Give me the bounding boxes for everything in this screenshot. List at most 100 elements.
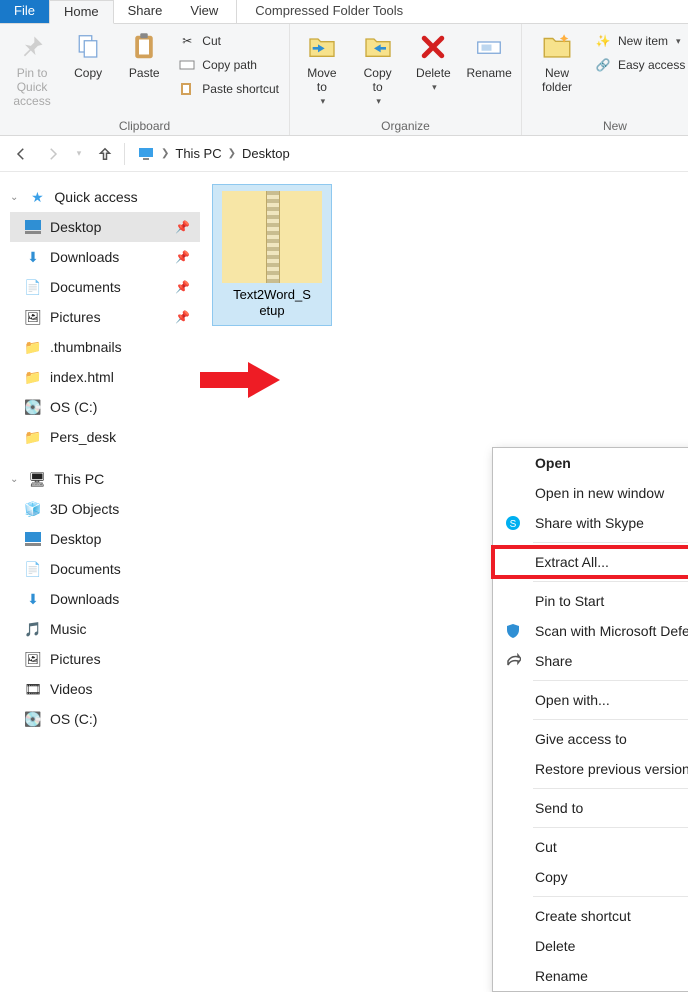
breadcrumb-segment[interactable]: This PC [175,146,221,161]
group-label-organize: Organize [296,117,515,133]
pin-icon: 📌 [175,280,190,294]
new-item-button[interactable]: ✨New item▾ [590,30,688,52]
ribbon-tabs: File Home Share View Compressed Folder T… [0,0,688,24]
sidebar-item-videos[interactable]: 🎞Videos [10,674,200,704]
menu-restore-versions[interactable]: Restore previous versions [493,754,688,784]
pin-quick-access-button[interactable]: Pin to Quick access [6,28,58,110]
tab-view[interactable]: View [176,0,232,23]
easy-access-button[interactable]: 🔗Easy access▾ [590,54,688,76]
sidebar-item-pictures[interactable]: 🖼Pictures📌 [10,302,200,332]
file-item-zip[interactable]: Text2Word_S etup [212,184,332,326]
menu-give-access[interactable]: Give access to❯ [493,724,688,754]
menu-open-with[interactable]: Open with... [493,685,688,715]
zip-folder-icon [222,191,322,283]
folder-icon: 📁 [24,338,42,356]
documents-icon: 📄 [24,278,42,296]
rename-button[interactable]: Rename [463,28,515,82]
menu-scan-defender[interactable]: Scan with Microsoft Defender... [493,616,688,646]
menu-share[interactable]: Share [493,646,688,676]
sidebar-item-downloads[interactable]: ⬇Downloads📌 [10,242,200,272]
desktop-icon [24,530,42,548]
sidebar-item-desktop[interactable]: Desktop📌 [10,212,200,242]
move-to-button[interactable]: Move to▾ [296,28,348,109]
paste-shortcut-icon [178,80,196,98]
easy-access-icon: 🔗 [594,56,612,74]
svg-text:S: S [510,519,517,530]
forward-button[interactable] [40,141,66,167]
sidebar-item-indexhtml[interactable]: 📁index.html [10,362,200,392]
sidebar-quick-access[interactable]: ⌄★Quick access [10,182,200,212]
file-pane[interactable]: Text2Word_S etup Open Open in new window… [200,172,688,770]
up-button[interactable] [92,141,118,167]
delete-button[interactable]: Delete▾ [408,28,460,95]
drive-icon: 💽 [24,710,42,728]
folder-icon: 📁 [24,368,42,386]
menu-extract-all[interactable]: Extract All... [493,547,688,577]
sidebar-item-documents2[interactable]: 📄Documents [10,554,200,584]
videos-icon: 🎞 [24,680,42,698]
skype-icon: S [503,515,523,531]
chevron-down-icon: ▾ [321,96,326,107]
menu-pin-start[interactable]: Pin to Start [493,586,688,616]
tab-share[interactable]: Share [114,0,177,23]
sidebar-item-downloads2[interactable]: ⬇Downloads [10,584,200,614]
download-icon: ⬇ [24,590,42,608]
sidebar-item-desktop2[interactable]: Desktop [10,524,200,554]
nav-sidebar: ⌄★Quick access Desktop📌 ⬇Downloads📌 📄Doc… [0,172,200,770]
menu-separator [533,719,688,720]
tab-compressed-folder-tools[interactable]: Compressed Folder Tools [241,0,417,23]
paste-icon [127,30,161,64]
copy-path-button[interactable]: Copy path [174,54,283,76]
ribbon: Pin to Quick access Copy Paste ✂Cut Copy… [0,24,688,136]
copy-button[interactable]: Copy [62,28,114,82]
back-button[interactable] [8,141,34,167]
sidebar-this-pc[interactable]: ⌄🖥This PC [10,464,200,494]
breadcrumb-segment[interactable]: Desktop [242,146,290,161]
new-folder-button[interactable]: New folder [528,28,586,96]
menu-separator [533,788,688,789]
sidebar-item-documents[interactable]: 📄Documents📌 [10,272,200,302]
sidebar-item-music[interactable]: 🎵Music [10,614,200,644]
star-icon: ★ [28,188,46,206]
sidebar-item-pictures2[interactable]: 🖼Pictures [10,644,200,674]
chevron-down-icon: ⌄ [10,474,18,485]
tab-file[interactable]: File [0,0,49,23]
new-item-icon: ✨ [594,32,612,50]
pin-icon: 📌 [175,250,190,264]
copy-to-button[interactable]: Copy to▾ [352,28,404,109]
sidebar-item-thumbnails[interactable]: 📁.thumbnails [10,332,200,362]
menu-open[interactable]: Open [493,448,688,478]
sidebar-item-3dobjects[interactable]: 🧊3D Objects [10,494,200,524]
menu-send-to[interactable]: Send to❯ [493,793,688,823]
context-menu: Open Open in new window SShare with Skyp… [492,447,688,992]
sidebar-item-osc2[interactable]: 💽OS (C:) [10,704,200,734]
rename-icon [472,30,506,64]
menu-open-new-window[interactable]: Open in new window [493,478,688,508]
menu-share-skype[interactable]: SShare with Skype [493,508,688,538]
sidebar-item-persdesk[interactable]: 📁Pers_desk [10,422,200,452]
share-icon [503,653,523,669]
menu-copy[interactable]: Copy [493,862,688,892]
pictures-icon: 🖼 [24,308,42,326]
tab-home[interactable]: Home [49,0,114,24]
scissors-icon: ✂ [178,32,196,50]
download-icon: ⬇ [24,248,42,266]
breadcrumb[interactable]: ❯ This PC ❯ Desktop [131,141,680,167]
menu-cut[interactable]: Cut [493,832,688,862]
menu-separator [533,896,688,897]
paste-shortcut-button[interactable]: Paste shortcut [174,78,283,100]
drive-icon: 💽 [24,398,42,416]
menu-delete[interactable]: Delete [493,931,688,961]
menu-create-shortcut[interactable]: Create shortcut [493,901,688,931]
group-label-new: New [528,117,688,133]
sidebar-item-osc[interactable]: 💽OS (C:) [10,392,200,422]
menu-rename[interactable]: Rename [493,961,688,991]
menu-separator [533,827,688,828]
documents-icon: 📄 [24,560,42,578]
paste-button[interactable]: Paste [118,28,170,82]
menu-separator [533,680,688,681]
move-to-icon [305,30,339,64]
recent-dropdown[interactable]: ▾ [72,141,86,167]
cut-button[interactable]: ✂Cut [174,30,283,52]
folder-icon: 📁 [24,428,42,446]
